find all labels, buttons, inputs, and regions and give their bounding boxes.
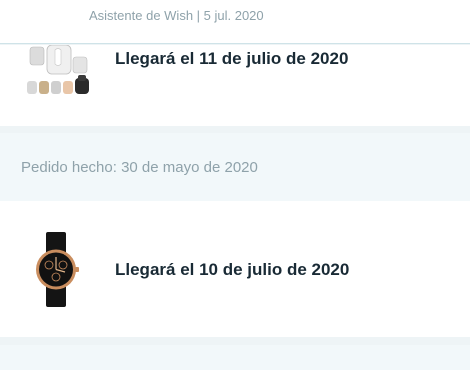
order-card[interactable]: Llegará el 10 de julio de 2020	[0, 201, 470, 337]
delivery-date: Llegará el 10 de julio de 2020	[115, 260, 350, 279]
message-sender-date: Asistente de Wish | 5 jul. 2020	[89, 8, 264, 23]
earbuds-product-image	[25, 45, 91, 94]
order-card[interactable]: Llegará el 11 de julio de 2020	[0, 45, 470, 126]
next-order-group	[0, 345, 470, 370]
order-placed-date: Pedido hecho: 30 de mayo de 2020	[21, 159, 258, 176]
order-group-header: Pedido hecho: 30 de mayo de 2020	[0, 133, 470, 201]
delivery-date: Llegará el 11 de julio de 2020	[115, 49, 349, 68]
order-history: Asistente de Wish | 5 jul. 2020 Llegará …	[0, 0, 470, 370]
assistant-message-card: Asistente de Wish | 5 jul. 2020	[0, 0, 470, 44]
wristwatch-product-image	[36, 232, 79, 307]
